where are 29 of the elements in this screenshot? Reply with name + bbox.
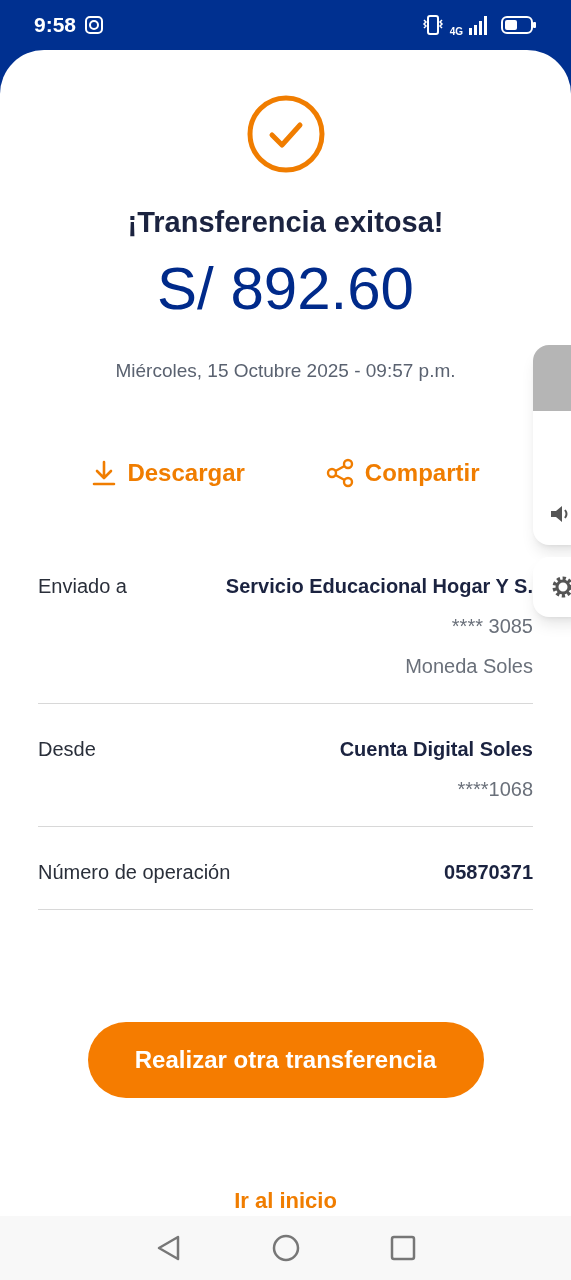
status-time: 9:58 [34, 12, 77, 39]
share-button[interactable]: Compartir [324, 455, 480, 491]
battery-icon [501, 15, 537, 35]
download-icon [91, 460, 118, 486]
detail-value: 05870371 [444, 860, 533, 885]
download-button[interactable]: Descargar [91, 455, 245, 491]
detail-value: ****1068 [457, 777, 533, 802]
transfer-date: Miércoles, 15 Octubre 2025 - 09:57 p.m. [115, 358, 456, 383]
vibrate-icon [421, 14, 444, 36]
detail-label: Número de operación [38, 860, 231, 885]
detail-value: Servicio Educacional Hogar Y S. [225, 574, 533, 599]
success-title: ¡Transferencia exitosa! [127, 205, 444, 240]
detail-value: Moneda Soles [405, 654, 533, 679]
recents-icon[interactable] [389, 1235, 416, 1261]
detail-value: Cuenta Digital Soles [339, 737, 533, 762]
home-link[interactable]: Ir al inicio [234, 1184, 337, 1217]
check-circle-icon [246, 95, 325, 173]
home-icon[interactable] [271, 1234, 300, 1262]
transfer-amount: S/ 892.60 [157, 258, 414, 319]
network-type: 4G [449, 26, 463, 37]
detail-label: Desde [38, 737, 96, 762]
camera-icon [84, 15, 105, 35]
signal-icon [469, 15, 489, 35]
detail-label: Enviado a [38, 574, 127, 599]
settings-icon[interactable] [551, 575, 571, 599]
another-transfer-button[interactable]: Realizar otra transferencia [87, 1022, 484, 1098]
back-icon[interactable] [155, 1234, 182, 1262]
detail-value: **** 3085 [451, 614, 533, 639]
share-icon [324, 458, 355, 488]
